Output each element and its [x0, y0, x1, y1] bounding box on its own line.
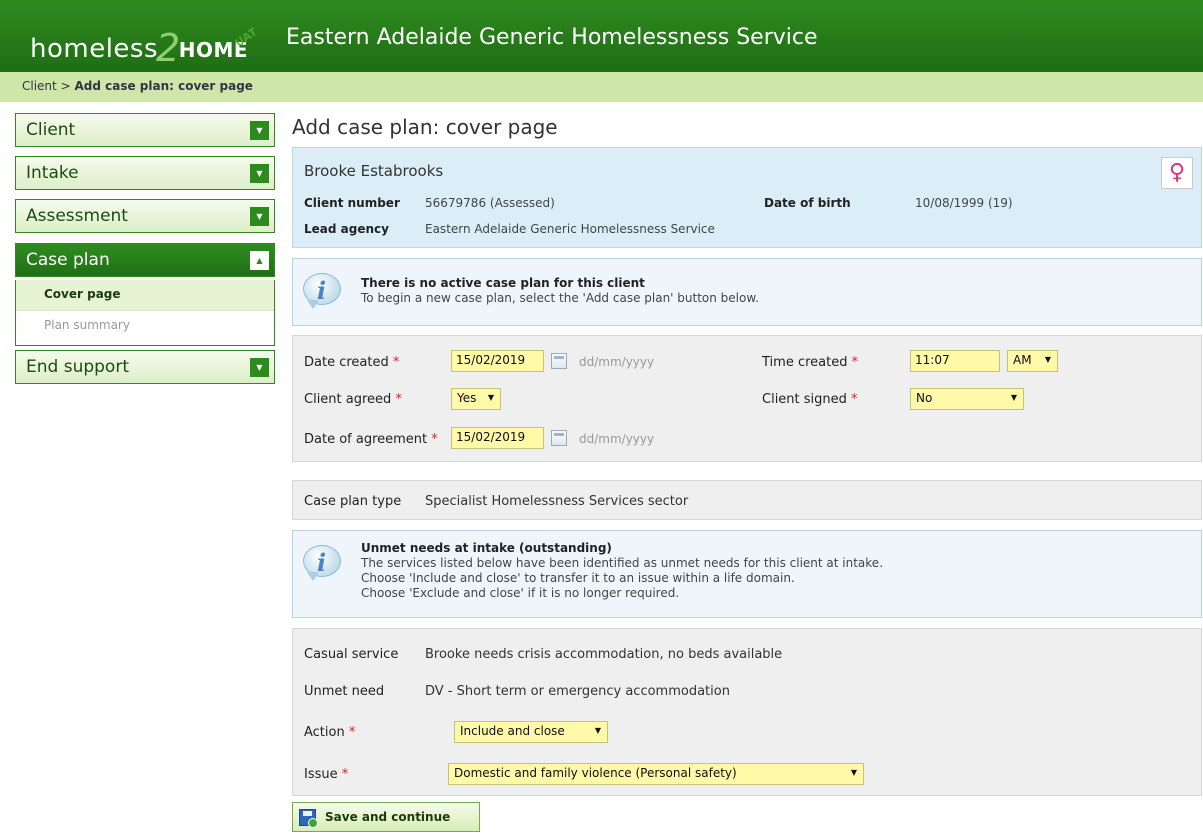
client-summary-panel: Brooke Estabrooks ♀ Client number 566797…: [292, 147, 1202, 248]
breadcrumb-client-link[interactable]: Client: [22, 79, 57, 93]
notice-title: There is no active case plan for this cl…: [361, 276, 645, 290]
notice-title: Unmet needs at intake (outstanding): [361, 541, 612, 555]
client-name: Brooke Estabrooks: [304, 162, 444, 180]
unmet-need-label: Unmet need: [304, 684, 385, 699]
logo-two: 2: [156, 26, 181, 70]
date-created-input[interactable]: 15/02/2019: [451, 350, 544, 372]
dropdown-arrow-icon: ▼: [850, 768, 857, 777]
save-button-label: Save and continue: [325, 810, 451, 824]
case-plan-type-row: Case plan type Specialist Homelessness S…: [292, 480, 1202, 520]
am-pm-select[interactable]: AM ▼: [1007, 350, 1058, 372]
client-signed-label: Client signed *: [762, 392, 858, 407]
no-case-plan-notice: i There is no active case plan for this …: [292, 258, 1202, 326]
sidebar-item-assessment[interactable]: Assessment ▼: [15, 199, 275, 233]
homeless2home-logo[interactable]: homeless2HOME: [30, 22, 248, 70]
female-icon: ♀: [1161, 157, 1193, 189]
case-plan-type-label: Case plan type: [304, 494, 402, 509]
date-created-label: Date created *: [304, 355, 400, 370]
notice-text: Choose 'Exclude and close' if it is no l…: [361, 586, 680, 600]
issue-select[interactable]: Domestic and family violence (Personal s…: [448, 763, 864, 785]
service-title: Eastern Adelaide Generic Homelessness Se…: [286, 25, 818, 50]
sidebar-item-label: Client: [26, 120, 76, 140]
lead-agency-value: Eastern Adelaide Generic Homelessness Se…: [425, 222, 715, 236]
breadcrumb: Client > Add case plan: cover page: [0, 72, 1203, 102]
sidebar-subitem-cover-page[interactable]: Cover page: [16, 280, 274, 310]
notice-text: To begin a new case plan, select the 'Ad…: [361, 291, 759, 305]
action-label: Action *: [304, 725, 356, 740]
notice-text: Choose 'Include and close' to transfer i…: [361, 571, 795, 585]
breadcrumb-current: Add case plan: cover page: [74, 79, 253, 93]
unmet-needs-notice: i Unmet needs at intake (outstanding) Th…: [292, 530, 1202, 618]
dob-value: 10/08/1999 (19): [915, 196, 1013, 210]
calendar-icon[interactable]: [551, 353, 567, 369]
client-agreed-value: Yes: [457, 391, 477, 405]
calendar-icon[interactable]: [551, 430, 567, 446]
client-agreed-label: Client agreed *: [304, 392, 402, 407]
sidebar-item-intake[interactable]: Intake ▼: [15, 156, 275, 190]
unmet-need-form: Casual service Brooke needs crisis accom…: [292, 628, 1202, 796]
case-plan-submenu: Cover page Plan summary: [15, 280, 275, 346]
sidebar-item-case-plan[interactable]: Case plan ▲: [15, 243, 275, 277]
sidebar-item-label: Case plan: [26, 250, 110, 270]
date-of-agreement-label: Date of agreement *: [304, 432, 438, 447]
sidebar-item-label: Intake: [26, 163, 79, 183]
am-pm-value: AM: [1013, 353, 1032, 367]
chevron-down-icon: ▼: [250, 121, 269, 140]
sidebar-item-end-support[interactable]: End support ▼: [15, 350, 275, 384]
client-signed-select[interactable]: No ▼: [910, 388, 1024, 410]
action-select[interactable]: Include and close ▼: [454, 721, 608, 743]
time-created-label: Time created *: [762, 355, 859, 370]
logo-word-homeless: homeless: [30, 34, 159, 64]
sidebar-subitem-plan-summary[interactable]: Plan summary: [16, 310, 274, 340]
client-number-value: 56679786 (Assessed): [425, 196, 555, 210]
client-agreed-select[interactable]: Yes ▼: [451, 388, 501, 410]
chevron-down-icon: ▼: [250, 207, 269, 226]
action-value: Include and close: [460, 724, 565, 738]
chevron-down-icon: ▼: [250, 164, 269, 183]
lead-agency-label: Lead agency: [304, 222, 389, 236]
chevron-up-icon: ▲: [250, 251, 269, 270]
casual-service-label: Casual service: [304, 647, 399, 662]
info-icon: i: [303, 545, 343, 583]
page-title: Add case plan: cover page: [292, 115, 558, 139]
date-format-hint: dd/mm/yyyy: [579, 355, 655, 369]
date-format-hint: dd/mm/yyyy: [579, 432, 655, 446]
dob-label: Date of birth: [764, 196, 851, 210]
sidebar-item-client[interactable]: Client ▼: [15, 113, 275, 147]
dropdown-arrow-icon: ▼: [1044, 355, 1051, 364]
unmet-need-value: DV - Short term or emergency accommodati…: [425, 684, 730, 699]
time-created-input[interactable]: 11:07: [910, 350, 1000, 372]
dropdown-arrow-icon: ▼: [487, 393, 494, 402]
info-icon: i: [303, 273, 343, 311]
sidebar-item-label: Assessment: [26, 206, 128, 226]
issue-value: Domestic and family violence (Personal s…: [454, 766, 737, 780]
issue-label: Issue *: [304, 767, 349, 782]
case-plan-type-value: Specialist Homelessness Services sector: [425, 494, 689, 509]
client-number-label: Client number: [304, 196, 400, 210]
save-and-continue-button[interactable]: Save and continue: [292, 802, 480, 832]
date-of-agreement-input[interactable]: 15/02/2019: [451, 427, 544, 449]
case-plan-details-form: Date created * 15/02/2019 dd/mm/yyyy Tim…: [292, 335, 1202, 462]
dropdown-arrow-icon: ▼: [1010, 393, 1017, 402]
save-icon: [299, 809, 318, 828]
chevron-down-icon: ▼: [250, 358, 269, 377]
dropdown-arrow-icon: ▼: [594, 726, 601, 735]
breadcrumb-separator: >: [60, 79, 71, 93]
app-header: homeless2HOME UAT Eastern Adelaide Gener…: [0, 0, 1203, 72]
sidebar-item-label: End support: [26, 357, 129, 377]
client-signed-value: No: [916, 391, 933, 405]
notice-text: The services listed below have been iden…: [361, 556, 884, 570]
casual-service-value: Brooke needs crisis accommodation, no be…: [425, 647, 783, 662]
